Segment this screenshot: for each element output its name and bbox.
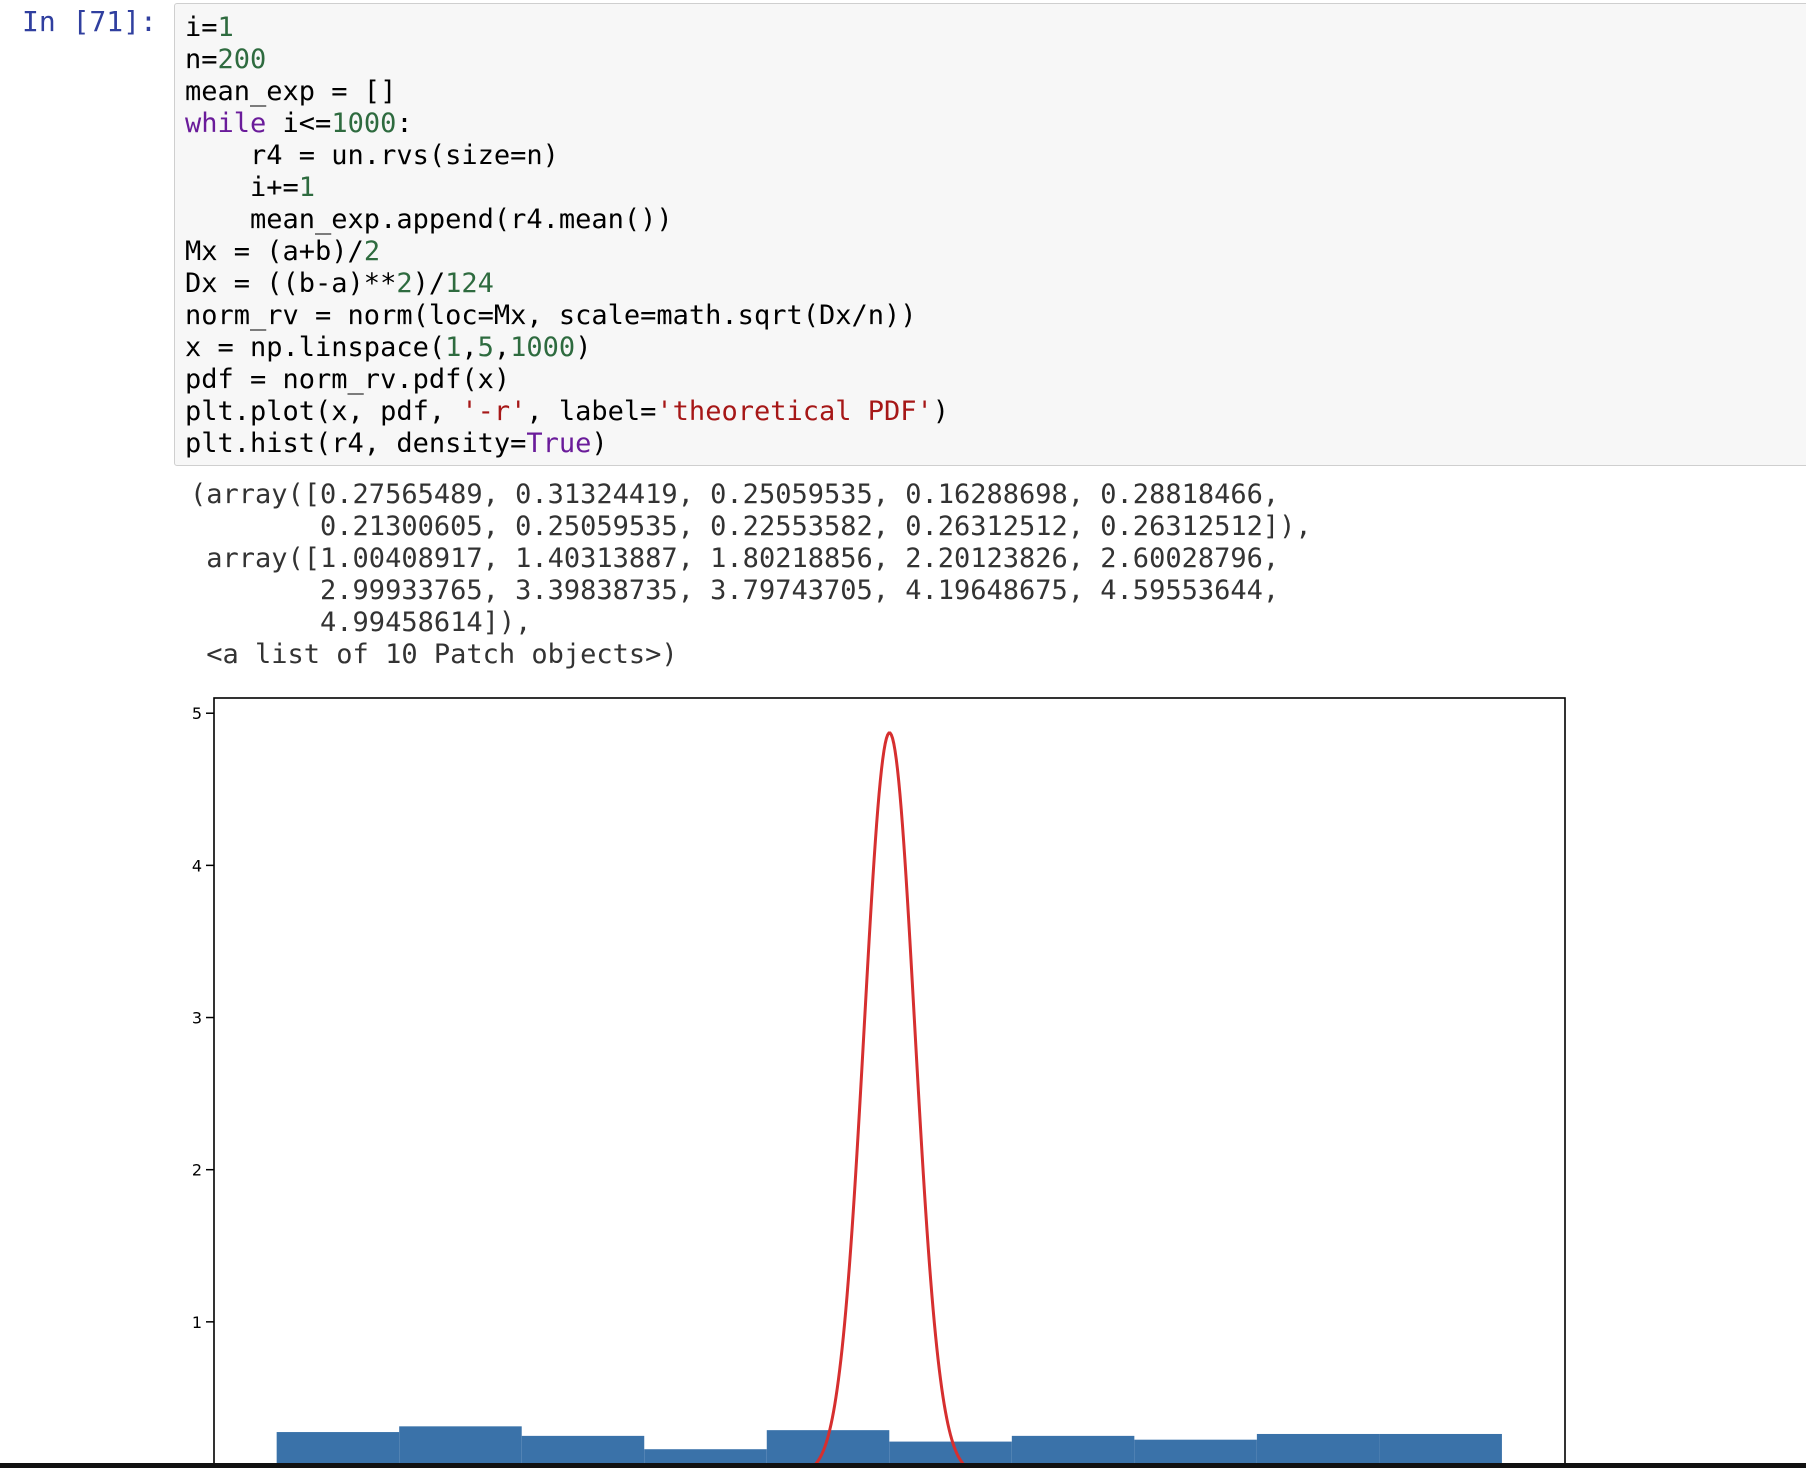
code-cell[interactable]: i=1 n=200 mean_exp = [] while i<=1000: r4 =… [174, 3, 1806, 466]
y-tick-label: 3 [192, 1009, 202, 1028]
histogram-chart: 012345 [192, 697, 1566, 1468]
y-tick-label: 5 [192, 704, 202, 723]
histogram-bar [889, 1441, 1012, 1468]
output-line: 4.99458614]), [190, 607, 532, 638]
code-token: Mx = (a+b)/ [185, 236, 364, 267]
output-line: 0.21300605, 0.25059535, 0.22553582, 0.26… [190, 511, 1312, 542]
code-token: i+= [185, 172, 299, 203]
code-token: plt.plot(x, pdf, [185, 396, 462, 427]
code-token: True [526, 428, 592, 459]
code-token: ) [591, 428, 608, 459]
code-token: while [185, 108, 267, 139]
code-line: while i<=1000: [185, 108, 949, 140]
code-token: mean_exp = [] [185, 76, 397, 107]
code-token: norm_rv = norm(loc=Mx, scale=math.sqrt(D… [185, 300, 917, 331]
code-token: mean_exp.append(r4.mean()) [185, 204, 673, 235]
code-token: n= [185, 44, 218, 75]
pdf-curve [808, 731, 971, 1468]
histogram-bar [276, 1432, 400, 1468]
code-line: norm_rv = norm(loc=Mx, scale=math.sqrt(D… [185, 300, 949, 332]
y-tick-label: 2 [192, 1161, 202, 1180]
code-line: Dx = ((b-a)**2)/124 [185, 268, 949, 300]
cell-output: (array([0.27565489, 0.31324419, 0.250595… [190, 479, 1312, 671]
code-line: i=1 [185, 12, 949, 44]
code-line: mean_exp.append(r4.mean()) [185, 204, 949, 236]
code-editor[interactable]: i=1 n=200 mean_exp = [] while i<=1000: r4 =… [185, 12, 949, 460]
code-token: plt.hist(r4, density= [185, 428, 527, 459]
output-line: 2.99933765, 3.39838735, 3.79743705, 4.19… [190, 575, 1280, 606]
histogram-bar [399, 1426, 522, 1468]
code-token: 2 [396, 268, 413, 299]
y-axis: 012345 [192, 704, 214, 1468]
code-line: r4 = un.rvs(size=n) [185, 140, 949, 172]
code-token: 5 [477, 332, 494, 363]
code-line: pdf = norm_rv.pdf(x) [185, 364, 949, 396]
code-token: 124 [445, 268, 494, 299]
code-token: pdf = norm_rv.pdf(x) [185, 364, 511, 395]
code-token: r4 = un.rvs(size=n) [185, 140, 559, 171]
histogram-bar [644, 1449, 767, 1468]
code-token: 1000 [331, 108, 397, 139]
code-token: i<= [266, 108, 332, 139]
histogram-bar [521, 1435, 645, 1468]
code-token: 200 [217, 44, 267, 75]
code-line: n=200 [185, 44, 949, 76]
histogram-bar [1011, 1435, 1135, 1468]
code-token: '-r' [461, 396, 527, 427]
code-token: i= [185, 12, 218, 43]
code-line: Mx = (a+b)/2 [185, 236, 949, 268]
code-token: , label= [526, 396, 657, 427]
code-token: 2 [363, 236, 381, 267]
code-token: )/ [412, 268, 446, 299]
code-token: 1 [445, 332, 462, 363]
code-token: Dx = ((b-a)** [185, 268, 397, 299]
code-line: plt.plot(x, pdf, '-r', label='theoretica… [185, 396, 949, 428]
code-token: , [461, 332, 478, 363]
plot-output: 012345 [180, 683, 1600, 1468]
output-line: array([1.00408917, 1.40313887, 1.8021885… [190, 543, 1280, 574]
code-line: i+=1 [185, 172, 949, 204]
code-token: ) [932, 396, 950, 427]
y-tick-label: 4 [192, 856, 202, 875]
code-line: plt.hist(r4, density=True) [185, 428, 949, 460]
code-token: 'theoretical PDF' [656, 396, 933, 427]
output-line: (array([0.27565489, 0.31324419, 0.250595… [190, 479, 1280, 510]
cell-prompt: In [71]: [22, 5, 157, 38]
y-tick-label: 1 [192, 1313, 202, 1332]
code-token: : [396, 108, 413, 139]
code-token: 1 [217, 12, 234, 43]
histogram-bars [276, 1426, 1502, 1468]
code-token: 1 [298, 172, 316, 203]
code-line: mean_exp = [] [185, 76, 949, 108]
code-line: x = np.linspace(1,5,1000) [185, 332, 949, 364]
histogram-bar [1134, 1439, 1257, 1468]
code-token: x = np.linspace( [185, 332, 446, 363]
bottom-border [0, 1463, 1806, 1468]
output-line: <a list of 10 Patch objects>) [190, 639, 678, 670]
code-token: ) [575, 332, 592, 363]
code-token: 1000 [510, 332, 576, 363]
histogram-bar [1379, 1433, 1502, 1468]
code-token: , [493, 332, 511, 363]
pdf-curve-layer [808, 731, 971, 1468]
histogram-bar [1256, 1433, 1380, 1468]
axes-frame [213, 697, 1566, 1468]
